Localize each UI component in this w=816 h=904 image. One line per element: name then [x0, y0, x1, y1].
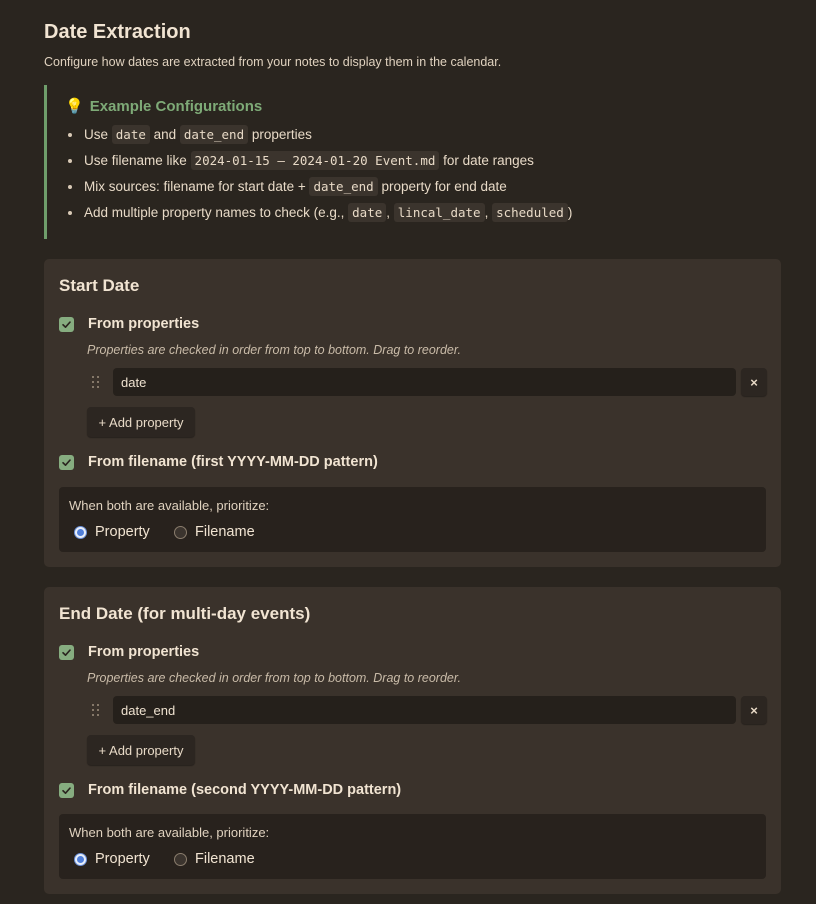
start-date-card: Start Date From properties Properties ar…	[44, 259, 781, 567]
callout-text: )	[567, 205, 573, 220]
end-radio-property[interactable]: Property	[74, 851, 150, 867]
check-icon	[62, 648, 71, 656]
start-remove-property-button[interactable]: ×	[741, 368, 767, 396]
page-title: Date Extraction	[44, 21, 191, 43]
start-prioritize-label: When both are available, prioritize:	[69, 498, 270, 513]
inline-code: date	[348, 203, 387, 222]
check-icon	[62, 786, 71, 794]
start-date-title: Start Date	[59, 276, 140, 295]
drag-handle-icon[interactable]	[91, 703, 101, 717]
end-radio-property-button[interactable]	[74, 852, 87, 866]
end-from-filename-checkbox[interactable]	[59, 782, 74, 798]
check-icon	[62, 458, 71, 466]
start-from-filename-row[interactable]: From filename (first YYYY-MM-DD pattern)	[59, 454, 378, 470]
callout-text: Mix sources: filename for start date +	[84, 179, 310, 194]
callout-text: ,	[386, 205, 394, 220]
callout-item: Add multiple property names to check (e.…	[67, 202, 573, 228]
start-from-properties-checkbox[interactable]	[59, 316, 74, 332]
end-date-title: End Date (for multi-day events)	[59, 604, 311, 623]
start-radio-filename-label: Filename	[195, 524, 255, 540]
callout-item: Use filename like 2024-01-15 – 2024-01-2…	[67, 150, 572, 176]
inline-code: 2024-01-15 – 2024-01-20 Event.md	[190, 151, 440, 170]
start-prioritize-box: When both are available, prioritize: Pro…	[59, 487, 766, 552]
start-property-input[interactable]: date	[113, 368, 736, 396]
end-properties-hint: Properties are checked in order from top…	[87, 671, 462, 685]
start-radio-property-button[interactable]	[74, 525, 87, 539]
end-add-property-button[interactable]: + Add property	[87, 735, 195, 765]
inline-code: lincal_date	[393, 203, 485, 222]
callout-title: 💡 Example Configurations	[65, 97, 263, 116]
start-properties-hint: Properties are checked in order from top…	[87, 343, 462, 357]
inline-code: scheduled	[492, 203, 568, 222]
end-radio-filename-label: Filename	[195, 851, 255, 867]
callout-title-text: Example Configurations	[89, 97, 263, 115]
callout-text: Use	[84, 127, 112, 142]
end-from-properties-label: From properties	[88, 644, 200, 660]
end-date-card: End Date (for multi-day events) From pro…	[44, 587, 781, 894]
lightbulb-icon: 💡	[65, 98, 84, 115]
end-property-input[interactable]: date_end	[113, 696, 736, 724]
inline-code: date_end	[179, 125, 249, 144]
drag-handle-icon[interactable]	[91, 375, 101, 389]
page-description: Configure how dates are extracted from y…	[44, 55, 502, 69]
start-radio-filename[interactable]: Filename	[174, 524, 255, 540]
end-from-properties-row[interactable]: From properties	[59, 644, 199, 660]
callout-text: and	[149, 127, 180, 142]
start-radio-filename-button[interactable]	[174, 525, 187, 539]
start-from-filename-label: From filename (first YYYY-MM-DD pattern)	[88, 454, 378, 470]
start-from-properties-row[interactable]: From properties	[59, 316, 199, 332]
check-icon	[62, 320, 71, 328]
inline-code: date	[111, 125, 150, 144]
start-radio-property-label: Property	[95, 524, 150, 540]
start-add-property-button[interactable]: + Add property	[87, 407, 195, 437]
inline-code: date_end	[309, 177, 378, 196]
end-radio-filename-button[interactable]	[174, 852, 187, 866]
end-prioritize-label: When both are available, prioritize:	[69, 825, 270, 840]
end-radio-property-label: Property	[95, 851, 150, 867]
callout-text: ,	[484, 205, 493, 220]
callout-item: Mix sources: filename for start date + d…	[67, 176, 572, 202]
callout-text: Use filename like	[84, 153, 191, 168]
callout-text: property for end date	[377, 179, 507, 194]
callout-text: for date ranges	[439, 153, 534, 168]
callout-item: Use date and date_end properties	[67, 124, 572, 150]
start-from-properties-label: From properties	[88, 316, 200, 332]
end-remove-property-button[interactable]: ×	[741, 696, 767, 724]
end-radio-filename[interactable]: Filename	[174, 851, 255, 867]
callout-text: Add multiple property names to check (e.…	[84, 205, 349, 220]
end-prioritize-box: When both are available, prioritize: Pro…	[59, 814, 766, 879]
end-from-filename-row[interactable]: From filename (second YYYY-MM-DD pattern…	[59, 782, 401, 798]
end-from-filename-label: From filename (second YYYY-MM-DD pattern…	[88, 782, 402, 798]
start-radio-property[interactable]: Property	[74, 524, 150, 540]
end-from-properties-checkbox[interactable]	[59, 644, 74, 660]
end-property-row: date_end ×	[87, 696, 767, 724]
start-property-row: date ×	[87, 368, 767, 396]
callout-list: Use date and date_end properties Use file…	[67, 124, 573, 228]
start-from-filename-checkbox[interactable]	[59, 454, 74, 470]
callout-text: properties	[248, 127, 312, 142]
example-callout: 💡 Example Configurations Use date and da…	[44, 85, 781, 239]
